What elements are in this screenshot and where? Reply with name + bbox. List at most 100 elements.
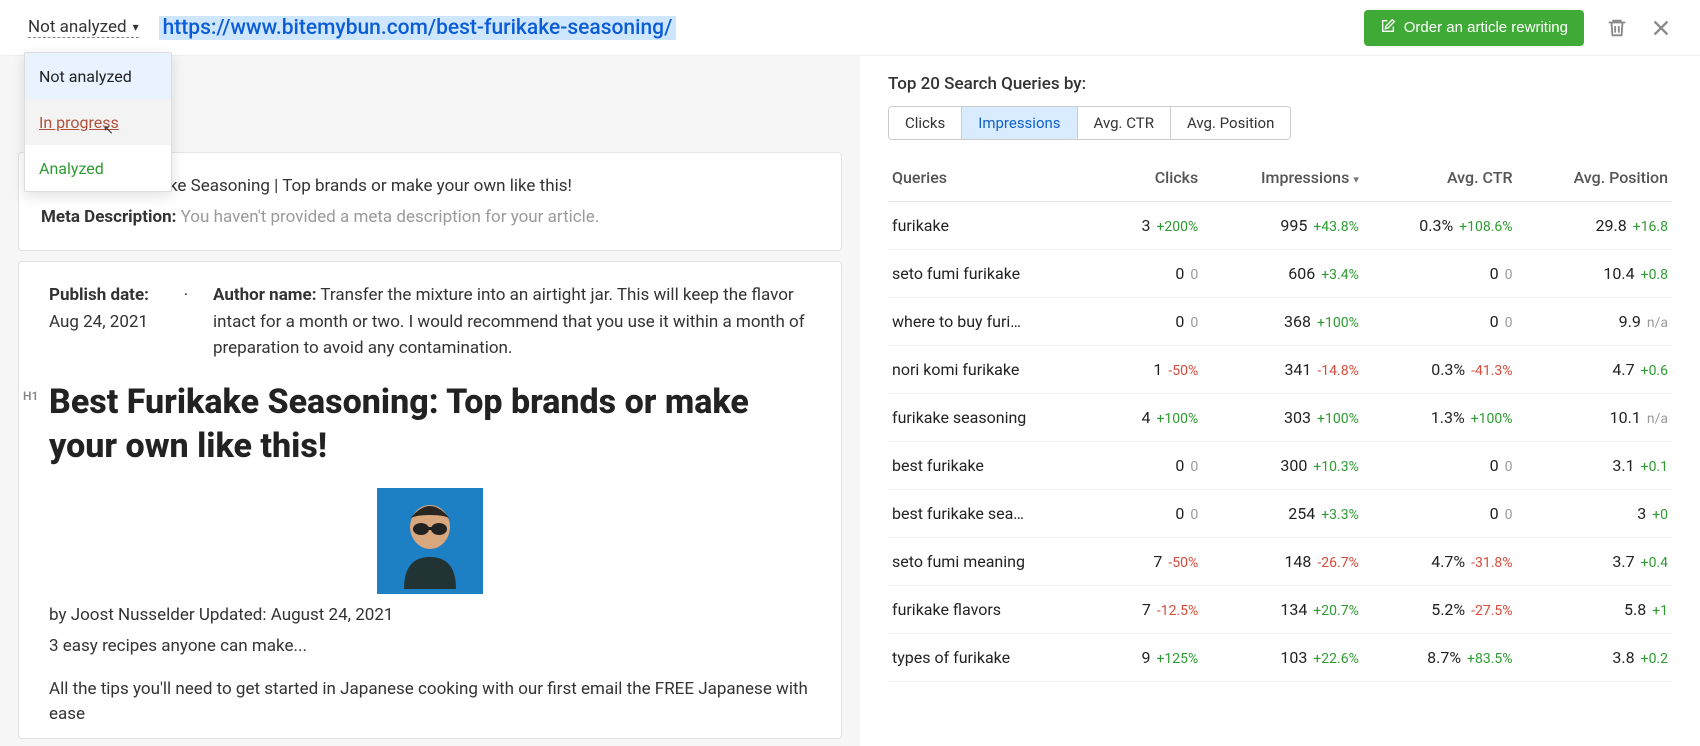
publish-author-row: Publish date: Aug 24, 2021 · Author name… [49, 282, 811, 361]
status-option-in-progress[interactable]: In progress ↖ [25, 99, 171, 145]
cell-pos: 5.8+1 [1517, 586, 1672, 634]
col-queries[interactable]: Queries [888, 158, 1104, 202]
delete-button[interactable] [1606, 17, 1628, 39]
topbar: Not analyzed ▾ https://www.bitemybun.com… [0, 0, 1700, 56]
avatar-placeholder-icon [390, 493, 470, 589]
table-row[interactable]: where to buy furi…00368+100%009.9n/a [888, 298, 1672, 346]
cell-pos: 3.7+0.4 [1517, 538, 1672, 586]
byline: by Joost Nusselder Updated: August 24, 2… [49, 602, 811, 628]
publish-date-value: Aug 24, 2021 [49, 312, 148, 332]
cell-ctr: 00 [1363, 250, 1517, 298]
cell-pos: 29.8+16.8 [1517, 202, 1672, 250]
cell-ctr: 1.3%+100% [1363, 394, 1517, 442]
trash-icon [1606, 17, 1628, 39]
table-row[interactable]: seto fumi furikake00606+3.4%0010.4+0.8 [888, 250, 1672, 298]
close-button[interactable] [1650, 17, 1672, 39]
cursor-icon: ↖ [103, 123, 114, 138]
table-row[interactable]: furikake flavors7-12.5%134+20.7%5.2%-27.… [888, 586, 1672, 634]
cell-ctr: 4.7%-31.8% [1363, 538, 1517, 586]
col-clicks[interactable]: Clicks [1104, 158, 1202, 202]
status-dropdown-menu: Not analyzed In progress ↖ Analyzed [24, 52, 172, 192]
status-label: Not analyzed [28, 17, 127, 37]
cell-impressions: 606+3.4% [1202, 250, 1363, 298]
main-split: ate: Sep 2, 2021 ▾ Meta Title: Best Furi… [0, 56, 1700, 746]
tagline: 3 easy recipes anyone can make... [49, 633, 811, 659]
table-row[interactable]: best furikake sea…00254+3.3%003+0 [888, 490, 1672, 538]
cell-query: furikake [888, 202, 1104, 250]
cell-query: where to buy furi… [888, 298, 1104, 346]
cell-pos: 3.8+0.2 [1517, 634, 1672, 682]
meta-desc-placeholder: You haven't provided a meta description … [181, 207, 600, 227]
cell-impressions: 995+43.8% [1202, 202, 1363, 250]
cell-query: best furikake [888, 442, 1104, 490]
author-col: Author name: Transfer the mixture into a… [213, 282, 811, 361]
topbar-actions: Order an article rewriting [1364, 10, 1672, 46]
metric-tabs: Clicks Impressions Avg. CTR Avg. Positio… [888, 106, 1291, 140]
author-label: Author name: [213, 285, 317, 305]
cell-ctr: 00 [1363, 442, 1517, 490]
tab-clicks[interactable]: Clicks [889, 107, 962, 139]
cell-clicks: 4+100% [1104, 394, 1202, 442]
order-rewrite-button[interactable]: Order an article rewriting [1364, 10, 1584, 46]
col-avg-position[interactable]: Avg. Position [1517, 158, 1672, 202]
cell-clicks: 00 [1104, 298, 1202, 346]
cell-impressions: 303+100% [1202, 394, 1363, 442]
cell-impressions: 300+10.3% [1202, 442, 1363, 490]
bullet: · [181, 282, 191, 361]
cell-clicks: 3+200% [1104, 202, 1202, 250]
cell-ctr: 00 [1363, 298, 1517, 346]
cell-ctr: 00 [1363, 490, 1517, 538]
cell-pos: 3+0 [1517, 490, 1672, 538]
cell-impressions: 148-26.7% [1202, 538, 1363, 586]
publish-date-col: Publish date: Aug 24, 2021 [49, 282, 159, 361]
cell-ctr: 0.3%+108.6% [1363, 202, 1517, 250]
table-row[interactable]: furikake3+200%995+43.8%0.3%+108.6%29.8+1… [888, 202, 1672, 250]
cell-query: best furikake sea… [888, 490, 1104, 538]
article-box: Publish date: Aug 24, 2021 · Author name… [18, 261, 842, 739]
article-h1: Best Furikake Seasoning: Top brands or m… [49, 381, 811, 468]
cell-query: furikake flavors [888, 586, 1104, 634]
cell-query: seto fumi furikake [888, 250, 1104, 298]
author-avatar [377, 488, 483, 594]
cell-pos: 10.4+0.8 [1517, 250, 1672, 298]
table-row[interactable]: types of furikake9+125%103+22.6%8.7%+83.… [888, 634, 1672, 682]
cell-impressions: 254+3.3% [1202, 490, 1363, 538]
table-row[interactable]: nori komi furikake1-50%341-14.8%0.3%-41.… [888, 346, 1672, 394]
col-impressions[interactable]: Impressions▾ [1202, 158, 1363, 202]
table-row[interactable]: furikake seasoning4+100%303+100%1.3%+100… [888, 394, 1672, 442]
cell-clicks: 7-12.5% [1104, 586, 1202, 634]
table-row[interactable]: seto fumi meaning7-50%148-26.7%4.7%-31.8… [888, 538, 1672, 586]
cell-impressions: 134+20.7% [1202, 586, 1363, 634]
cell-impressions: 368+100% [1202, 298, 1363, 346]
edit-icon [1380, 18, 1396, 38]
status-option-analyzed[interactable]: Analyzed [25, 145, 171, 191]
cell-clicks: 00 [1104, 490, 1202, 538]
cell-query: furikake seasoning [888, 394, 1104, 442]
publish-date-label: Publish date: [49, 285, 149, 305]
cell-clicks: 1-50% [1104, 346, 1202, 394]
cell-impressions: 103+22.6% [1202, 634, 1363, 682]
status-option-not-analyzed[interactable]: Not analyzed [25, 53, 171, 99]
meta-desc-label: Meta Description: [41, 207, 176, 227]
url-display[interactable]: https://www.bitemybun.com/best-furikake-… [159, 16, 677, 40]
order-label: Order an article rewriting [1404, 19, 1568, 36]
close-icon [1650, 17, 1672, 39]
table-row[interactable]: best furikake00300+10.3%003.1+0.1 [888, 442, 1672, 490]
cell-clicks: 00 [1104, 250, 1202, 298]
cell-clicks: 7-50% [1104, 538, 1202, 586]
cell-clicks: 00 [1104, 442, 1202, 490]
cell-pos: 3.1+0.1 [1517, 442, 1672, 490]
cell-pos: 9.9n/a [1517, 298, 1672, 346]
status-dropdown-trigger[interactable]: Not analyzed ▾ [28, 17, 139, 38]
queries-table: Queries Clicks Impressions▾ Avg. CTR Avg… [888, 158, 1672, 682]
tab-impressions[interactable]: Impressions [962, 107, 1077, 139]
right-panel: Top 20 Search Queries by: Clicks Impress… [860, 56, 1700, 746]
cell-query: types of furikake [888, 634, 1104, 682]
cell-query: nori komi furikake [888, 346, 1104, 394]
cell-clicks: 9+125% [1104, 634, 1202, 682]
cell-query: seto fumi meaning [888, 538, 1104, 586]
tab-avg-ctr[interactable]: Avg. CTR [1078, 107, 1171, 139]
tab-avg-position[interactable]: Avg. Position [1171, 107, 1290, 139]
col-avg-ctr[interactable]: Avg. CTR [1363, 158, 1517, 202]
chevron-down-icon: ▾ [133, 20, 139, 34]
